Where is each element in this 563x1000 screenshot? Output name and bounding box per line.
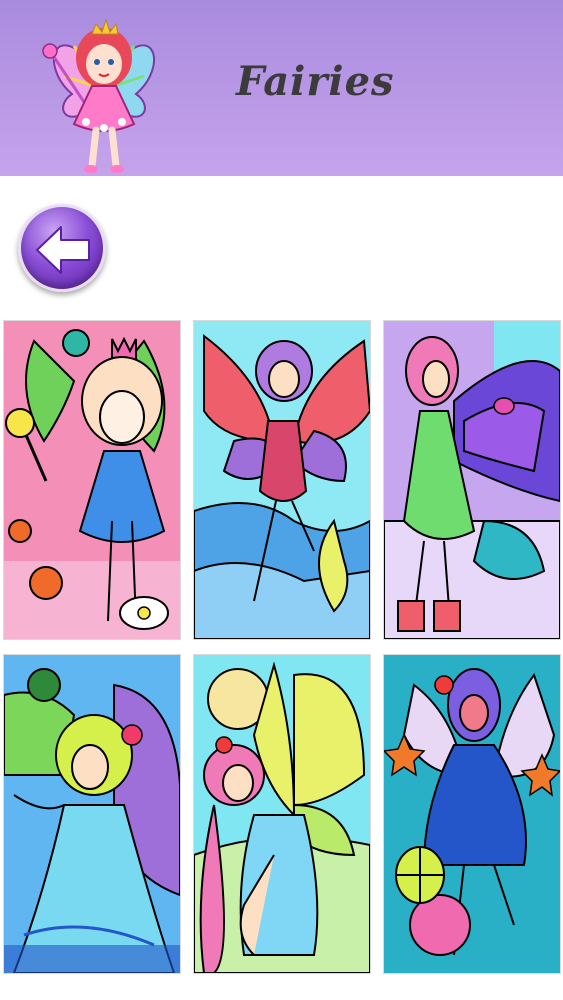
coloring-thumbnail-fairy-5[interactable]	[194, 655, 370, 973]
arrow-left-icon	[36, 226, 90, 274]
coloring-gallery	[0, 318, 563, 978]
back-button[interactable]	[18, 204, 106, 292]
coloring-thumbnail-fairy-6[interactable]	[384, 655, 560, 973]
coloring-thumbnail-fairy-2[interactable]	[194, 321, 370, 639]
coloring-thumbnail-fairy-3[interactable]	[384, 321, 560, 639]
page-title: Fairies	[236, 58, 395, 105]
fairy-mascot-icon	[34, 6, 174, 176]
header-banner: Fairies	[0, 0, 563, 176]
coloring-thumbnail-fairy-4[interactable]	[4, 655, 180, 973]
coloring-thumbnail-fairy-1[interactable]	[4, 321, 180, 639]
